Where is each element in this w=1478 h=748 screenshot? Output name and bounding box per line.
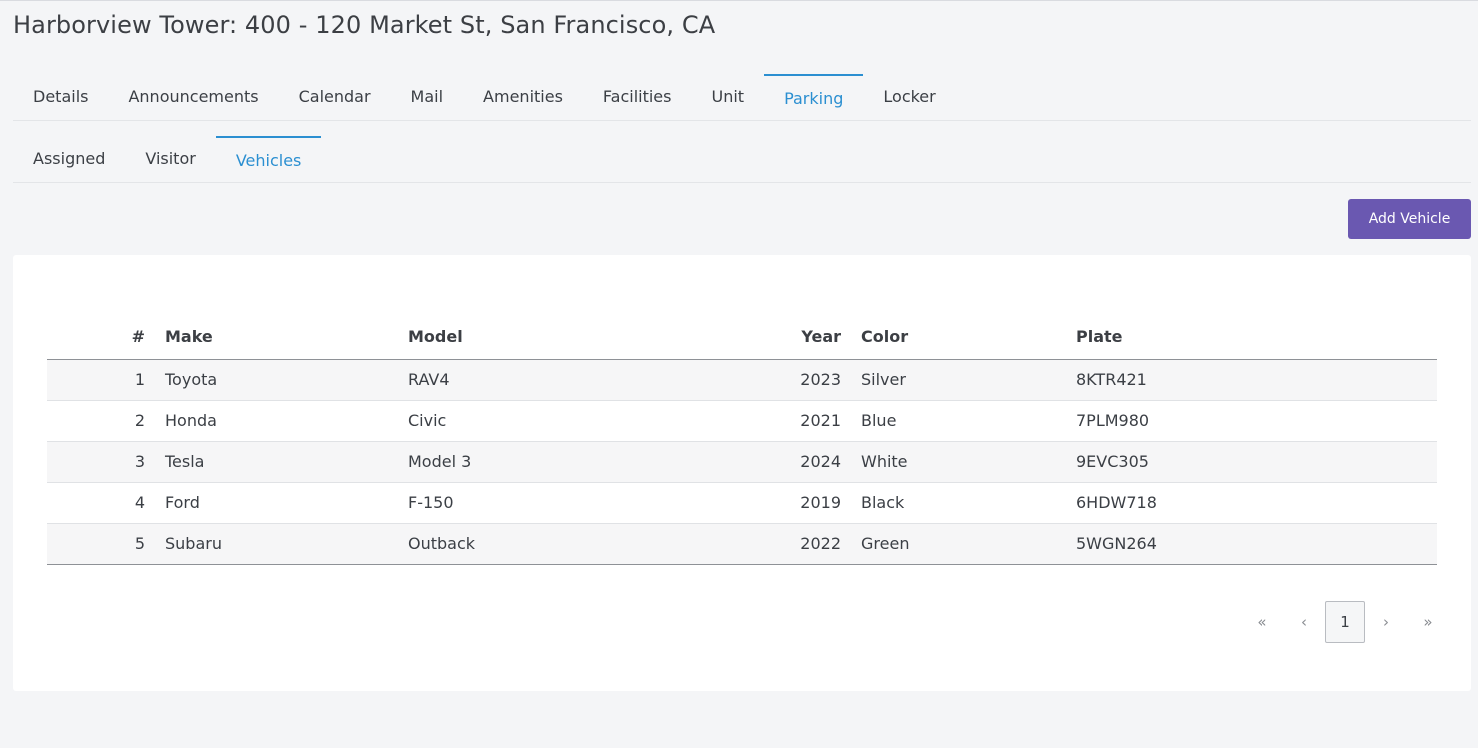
cell-color: Green <box>851 523 1066 565</box>
cell-plate: 5WGN264 <box>1066 523 1437 565</box>
tab-facilities[interactable]: Facilities <box>583 74 692 120</box>
table-header-row: # Make Model Year Color Plate <box>47 315 1437 360</box>
previous-page-button[interactable]: ‹ <box>1283 601 1325 643</box>
cell-plate: 7PLM980 <box>1066 400 1437 442</box>
cell-number: 1 <box>47 359 155 401</box>
cell-color: Blue <box>851 400 1066 442</box>
cell-color: Silver <box>851 359 1066 401</box>
table-row[interactable]: 3 Tesla Model 3 2024 White 9EVC305 <box>47 441 1437 483</box>
cell-model: F-150 <box>398 482 708 524</box>
column-header-model[interactable]: Model <box>398 315 708 360</box>
cell-model: Model 3 <box>398 441 708 483</box>
subtab-visitor[interactable]: Visitor <box>125 136 215 182</box>
tab-amenities[interactable]: Amenities <box>463 74 583 120</box>
next-page-button[interactable]: › <box>1365 601 1407 643</box>
last-page-button[interactable]: » <box>1407 601 1449 643</box>
main-tab-bar: Details Announcements Calendar Mail Amen… <box>13 74 1471 121</box>
cell-plate: 9EVC305 <box>1066 441 1437 483</box>
cell-model: Outback <box>398 523 708 565</box>
table-row[interactable]: 1 Toyota RAV4 2023 Silver 8KTR421 <box>47 359 1437 401</box>
cell-make: Toyota <box>155 359 398 401</box>
cell-make: Tesla <box>155 441 398 483</box>
pagination: « ‹ 1 › » <box>1241 601 1449 643</box>
page-title: Harborview Tower: 400 - 120 Market St, S… <box>13 11 716 39</box>
cell-number: 5 <box>47 523 155 565</box>
cell-year: 2021 <box>708 400 851 442</box>
subtab-assigned[interactable]: Assigned <box>13 136 125 182</box>
tab-parking[interactable]: Parking <box>764 74 864 120</box>
tab-calendar[interactable]: Calendar <box>279 74 391 120</box>
cell-number: 4 <box>47 482 155 524</box>
cell-plate: 8KTR421 <box>1066 359 1437 401</box>
vehicles-table: # Make Model Year Color Plate 1 Toyota R… <box>47 315 1437 565</box>
subtab-vehicles[interactable]: Vehicles <box>215 136 322 182</box>
tab-unit[interactable]: Unit <box>691 74 764 120</box>
cell-year: 2019 <box>708 482 851 524</box>
cell-color: Black <box>851 482 1066 524</box>
column-header-plate[interactable]: Plate <box>1066 315 1437 360</box>
tab-announcements[interactable]: Announcements <box>108 74 278 120</box>
tab-mail[interactable]: Mail <box>391 74 464 120</box>
cell-number: 3 <box>47 441 155 483</box>
column-header-color[interactable]: Color <box>851 315 1066 360</box>
vehicles-card: # Make Model Year Color Plate 1 Toyota R… <box>13 255 1471 691</box>
cell-make: Ford <box>155 482 398 524</box>
cell-number: 2 <box>47 400 155 442</box>
cell-model: RAV4 <box>398 359 708 401</box>
cell-plate: 6HDW718 <box>1066 482 1437 524</box>
table-row[interactable]: 2 Honda Civic 2021 Blue 7PLM980 <box>47 400 1437 442</box>
cell-color: White <box>851 441 1066 483</box>
column-header-year[interactable]: Year <box>708 315 851 360</box>
cell-make: Subaru <box>155 523 398 565</box>
table-row[interactable]: 4 Ford F-150 2019 Black 6HDW718 <box>47 482 1437 524</box>
first-page-button[interactable]: « <box>1241 601 1283 643</box>
cell-year: 2022 <box>708 523 851 565</box>
sub-tab-bar: Assigned Visitor Vehicles <box>13 136 1471 183</box>
top-border <box>0 0 1478 1</box>
page-1-button[interactable]: 1 <box>1325 601 1365 643</box>
cell-year: 2024 <box>708 441 851 483</box>
tab-details[interactable]: Details <box>13 74 108 120</box>
column-header-make[interactable]: Make <box>155 315 398 360</box>
table-row[interactable]: 5 Subaru Outback 2022 Green 5WGN264 <box>47 523 1437 565</box>
cell-make: Honda <box>155 400 398 442</box>
cell-model: Civic <box>398 400 708 442</box>
cell-year: 2023 <box>708 359 851 401</box>
add-vehicle-button[interactable]: Add Vehicle <box>1348 199 1471 239</box>
column-header-number[interactable]: # <box>47 315 155 360</box>
tab-locker[interactable]: Locker <box>863 74 955 120</box>
